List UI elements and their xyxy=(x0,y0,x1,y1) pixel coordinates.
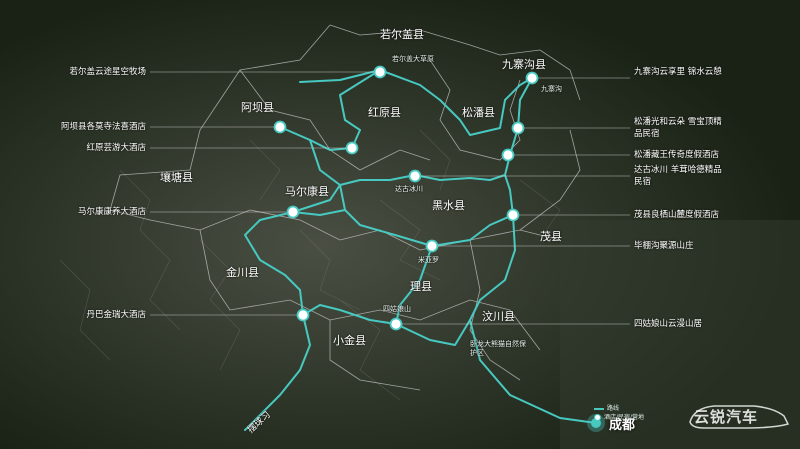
place-jiuzhaigou: 九寨沟 xyxy=(541,85,562,93)
hotel-label-hongyuan: 红原芸游大酒店 xyxy=(86,143,146,153)
hotel-label-siguniang: 四姑娘山云漫山居 xyxy=(634,319,703,329)
county-maerkang: 马尔康县 xyxy=(285,185,329,198)
place-ruoergai-grassland: 若尔盖大草原 xyxy=(392,55,434,63)
hotel-label-danba: 丹巴金瑞大酒店 xyxy=(86,310,146,320)
hotel-label-maerkang: 马尔康康养大酒店 xyxy=(77,207,146,217)
watermark-logo: 云锐汽车 xyxy=(684,396,794,432)
watermark-text: 云锐汽车 xyxy=(694,408,759,426)
place-miyaluo: 米亚罗 xyxy=(418,256,439,264)
county-rangtang: 壤塘县 xyxy=(160,171,193,184)
hotel-label-maoxian: 茂县良栖山麓度假酒店 xyxy=(634,210,720,220)
place-dagu-glacier: 达古冰川 xyxy=(395,185,423,193)
county-ruoergai: 若尔盖县 xyxy=(380,28,424,41)
legend-hotel-label: 酒店/民宿/营地 xyxy=(604,414,645,421)
place-siguniang: 四姑娘山 xyxy=(383,305,411,313)
hotel-label-ruoergai: 若尔盖云途星空牧场 xyxy=(69,67,146,77)
hotel-label-aba: 阿坝县各莫寺法喜酒店 xyxy=(60,122,146,132)
county-lixian: 理县 xyxy=(410,280,432,293)
legend-hotel-swatch xyxy=(594,414,601,421)
hotel-label-songpan-zangwang: 松潘藏王传奇度假酒店 xyxy=(634,150,720,160)
county-maoxian: 茂县 xyxy=(540,230,562,243)
legend-route-swatch xyxy=(594,407,604,410)
map-canvas: 若尔盖县 九寨沟县 红原县 松潘县 阿坝县 马尔康县 黑水县 壤塘县 茂县 金川… xyxy=(0,0,800,449)
hotel-label-songpan-guanghe: 松潘光和云朵 雪宝顶精品民宿 xyxy=(634,117,722,139)
map-legend: 路线 酒店/民宿/营地 xyxy=(594,404,644,422)
county-aba: 阿坝县 xyxy=(241,101,274,114)
county-jiuzhaigou: 九寨沟县 xyxy=(502,58,546,71)
hotel-label-bipenggou: 毕棚沟聚源山庄 xyxy=(634,241,694,251)
hotel-label-dagu: 达古冰川 羊茸哈德精品民宿 xyxy=(634,165,722,187)
place-wolong-reserve: 卧龙大熊猫自然保护区 xyxy=(470,340,526,357)
county-wenchuan: 汶川县 xyxy=(482,310,515,323)
county-hongyuan: 红原县 xyxy=(368,106,401,119)
hotel-label-jiuzhaigou: 九寨沟云享里 锦水云憩 xyxy=(634,67,722,77)
county-xiaojin: 小金县 xyxy=(333,334,366,347)
county-songpan: 松潘县 xyxy=(462,106,495,119)
county-heishui: 黑水县 xyxy=(432,199,465,212)
county-jinchuan: 金川县 xyxy=(226,266,259,279)
legend-route-label: 路线 xyxy=(607,405,620,412)
